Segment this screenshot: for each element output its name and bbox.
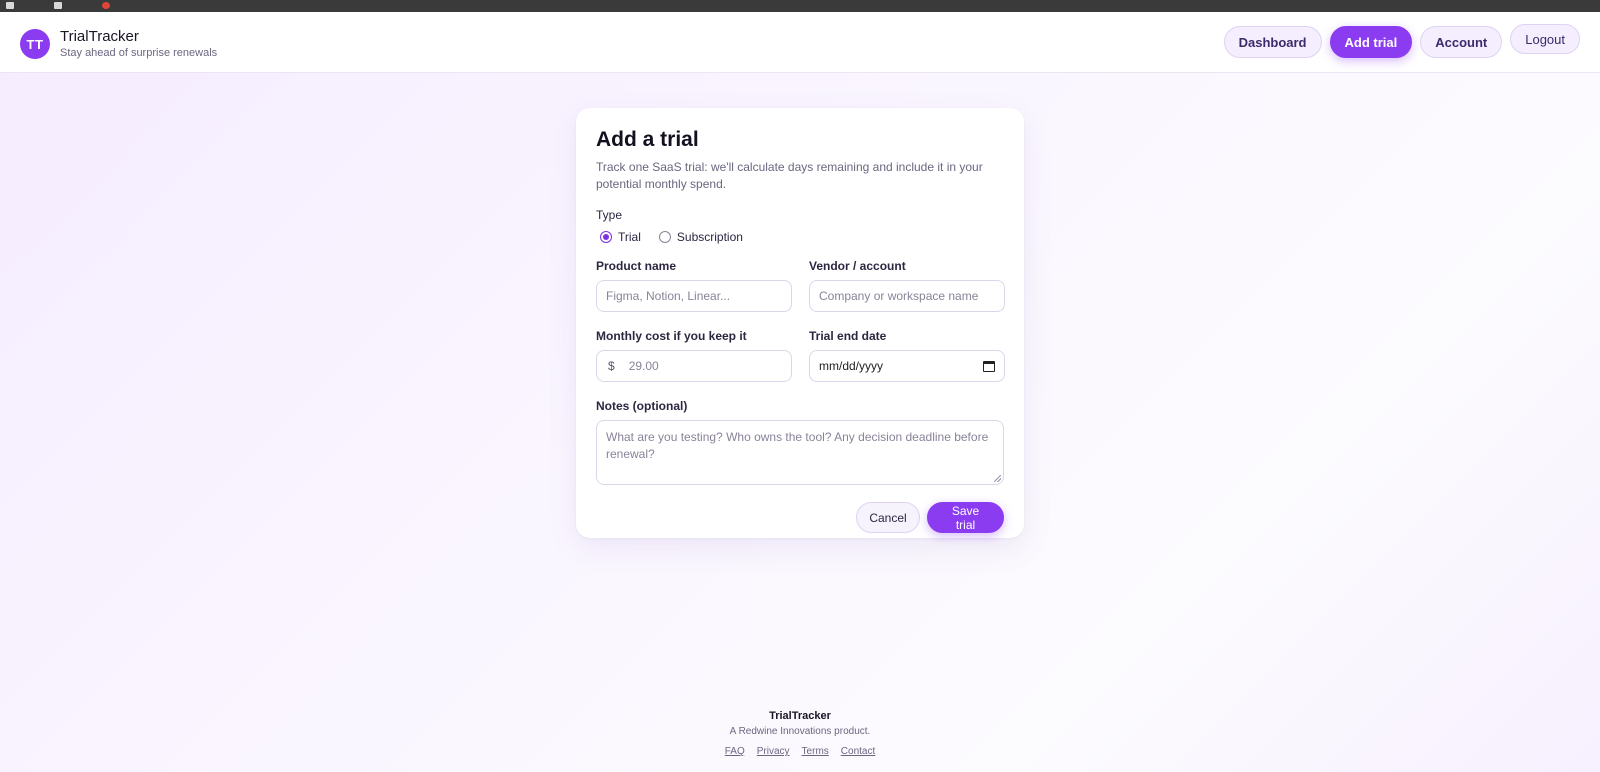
calendar-icon[interactable]: [983, 360, 995, 372]
nav-add-trial-button[interactable]: Add trial: [1329, 26, 1413, 58]
type-radio-group: Trial Subscription: [596, 230, 1004, 244]
radio-unselected-icon[interactable]: [658, 231, 671, 243]
monthly-cost-input[interactable]: $ 29.00: [596, 350, 792, 382]
footer-tagline: A Redwine Innovations product.: [729, 726, 871, 737]
currency-symbol: $: [608, 359, 615, 373]
top-nav: Dashboard Add trial Account Logout: [1223, 24, 1580, 58]
brand-avatar: TT: [20, 29, 50, 59]
type-radio-trial-label: Trial: [618, 230, 641, 244]
vendor-field: Vendor / account Company or workspace na…: [809, 259, 1005, 312]
brand-tagline: Stay ahead of surprise renewals: [60, 47, 218, 59]
product-name-label: Product name: [596, 259, 677, 273]
end-date-field: Trial end date mm/dd/yyyy: [809, 329, 1005, 382]
top-bar: TT TrialTracker Stay ahead of surprise r…: [0, 12, 1600, 73]
vendor-input[interactable]: Company or workspace name: [809, 280, 1005, 312]
trial-end-date-input[interactable]: mm/dd/yyyy: [809, 350, 1005, 382]
footer-link-privacy[interactable]: Privacy: [757, 746, 790, 757]
type-radio-trial[interactable]: Trial: [600, 230, 641, 244]
notes-textarea[interactable]: What are you testing? Who owns the tool?…: [596, 420, 1004, 485]
browser-tab-icons: [6, 2, 110, 10]
form-row-product-vendor: Product name Figma, Notion, Linear... Ve…: [596, 259, 1005, 312]
vendor-label: Vendor / account: [809, 259, 906, 273]
resize-handle-icon[interactable]: [994, 475, 1001, 482]
monthly-cost-label: Monthly cost if you keep it: [596, 329, 747, 343]
trial-end-date-label: Trial end date: [809, 329, 887, 343]
nav-dashboard-button[interactable]: Dashboard: [1223, 26, 1322, 58]
brand-text: TrialTracker Stay ahead of surprise rene…: [60, 28, 217, 60]
form-row-cost-date: Monthly cost if you keep it $ 29.00 Tria…: [596, 329, 1005, 382]
notes-label: Notes (optional): [596, 399, 688, 413]
form-actions: Cancel Save trial: [596, 502, 1004, 533]
save-trial-button[interactable]: Save trial: [927, 502, 1004, 533]
notes-field: Notes (optional) What are you testing? W…: [596, 399, 1004, 485]
footer-link-contact[interactable]: Contact: [841, 746, 875, 757]
add-trial-card: Add a trial Track one SaaS trial: we'll …: [576, 108, 1024, 538]
tab-favicon-icon: [54, 2, 62, 9]
type-label: Type: [596, 208, 623, 222]
footer-links: FAQ Privacy Terms Contact: [0, 746, 1600, 757]
product-field: Product name Figma, Notion, Linear...: [596, 259, 792, 312]
monthly-cost-placeholder: 29.00: [628, 359, 659, 373]
brand-name: TrialTracker: [60, 28, 139, 45]
type-radio-subscription-label: Subscription: [676, 230, 743, 244]
product-name-input[interactable]: Figma, Notion, Linear...: [596, 280, 792, 312]
cancel-button[interactable]: Cancel: [856, 502, 920, 533]
radio-selected-icon[interactable]: [600, 231, 612, 243]
footer-link-terms[interactable]: Terms: [802, 746, 829, 757]
footer-link-faq[interactable]: FAQ: [725, 746, 745, 757]
brand[interactable]: TT TrialTracker Stay ahead of surprise r…: [20, 28, 217, 60]
type-radio-subscription[interactable]: Subscription: [658, 230, 743, 244]
nav-logout-button[interactable]: Logout: [1510, 24, 1580, 54]
tab-favicon-icon: [102, 2, 110, 9]
page-footer: TrialTracker A Redwine Innovations produ…: [0, 710, 1600, 757]
page-subtitle: Track one SaaS trial: we'll calculate da…: [596, 160, 983, 191]
tab-favicon-icon: [6, 2, 14, 9]
footer-brand-name: TrialTracker: [769, 710, 831, 722]
nav-account-button[interactable]: Account: [1420, 26, 1503, 58]
page-title: Add a trial: [596, 128, 699, 151]
cost-field: Monthly cost if you keep it $ 29.00: [596, 329, 792, 382]
trial-end-date-placeholder: mm/dd/yyyy: [819, 359, 884, 373]
browser-chrome-strip: [0, 0, 1600, 12]
notes-placeholder: What are you testing? Who owns the tool?…: [606, 430, 989, 461]
